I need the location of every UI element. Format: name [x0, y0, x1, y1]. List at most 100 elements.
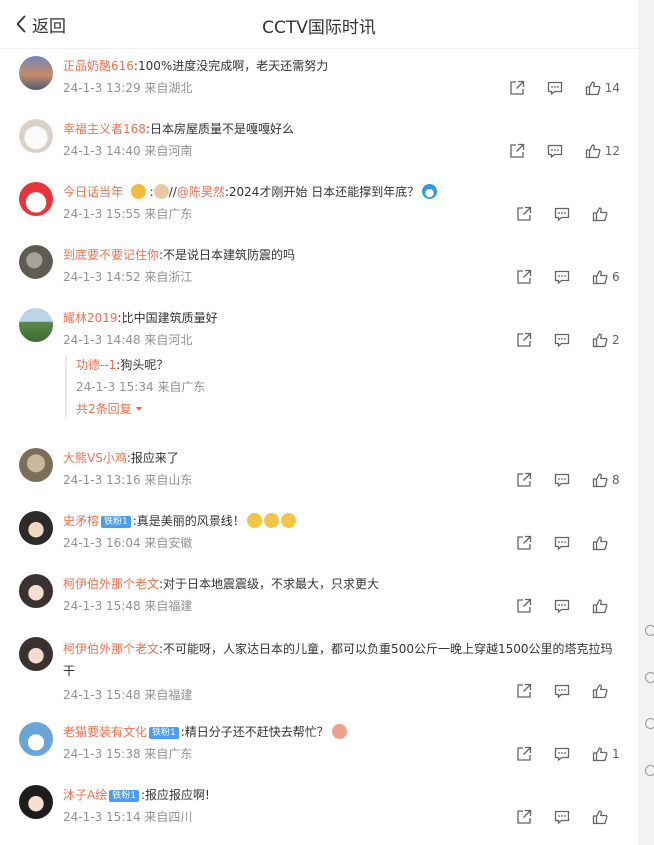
like-button[interactable]: [592, 206, 620, 222]
comment-button[interactable]: [554, 535, 570, 551]
comment-item: 幸福主义者168:日本房屋质量不是嘎嘎好么 24-1-3 14:40 来自河南 …: [0, 111, 638, 174]
comment-button[interactable]: [554, 746, 570, 762]
doraemon-emoji-icon: [422, 184, 438, 199]
like-button[interactable]: [592, 809, 620, 825]
edge-tool-icon[interactable]: [645, 625, 654, 636]
page-title: CCTV国际时讯: [262, 18, 376, 38]
comment-actions: [494, 535, 620, 551]
share-button[interactable]: [509, 143, 525, 159]
share-icon: [517, 746, 532, 761]
avatar[interactable]: [19, 245, 53, 279]
like-count: 2: [612, 333, 620, 347]
comment-text: :日本房屋质量不是嘎嘎好么: [145, 122, 294, 136]
reply-username[interactable]: 功德--1: [76, 358, 116, 372]
share-button[interactable]: [516, 598, 532, 614]
fan-badge: 铁粉1: [149, 727, 179, 739]
comment-button[interactable]: [554, 269, 570, 285]
share-button[interactable]: [516, 269, 532, 285]
comment-button[interactable]: [554, 683, 570, 699]
like-button[interactable]: 8: [592, 472, 620, 488]
comment-username[interactable]: 正品奶酪616: [63, 59, 134, 73]
share-button[interactable]: [516, 535, 532, 551]
comment-icon: [554, 684, 570, 699]
comment-icon: [554, 473, 570, 488]
laugh-cry-emoji-icon: [263, 513, 279, 528]
comment-username[interactable]: 老猫要装有文化: [63, 725, 147, 739]
share-button[interactable]: [509, 80, 525, 96]
comment-button[interactable]: [554, 206, 570, 222]
like-count: 1: [612, 747, 620, 761]
like-icon: [592, 810, 608, 825]
more-replies-link[interactable]: 共2条回复: [76, 400, 144, 417]
comment-username[interactable]: 耀林2019: [63, 311, 118, 325]
share-button[interactable]: [516, 332, 532, 348]
share-button[interactable]: [516, 809, 532, 825]
fan-badge: 铁粉1: [109, 790, 139, 802]
like-icon: [592, 747, 608, 762]
like-button[interactable]: 2: [592, 332, 620, 348]
comment-item: 今日话当年 ://@陈昊然:2024才刚开始 日本还能撑到年底？ 24-1-3 …: [0, 174, 638, 237]
avatar[interactable]: [19, 637, 53, 671]
like-button[interactable]: 12: [585, 143, 620, 159]
comment-item: 耀林2019:比中国建筑质量好 24-1-3 14:48 来自河北 功德--1:…: [0, 300, 638, 440]
comment-actions: 2: [494, 332, 620, 348]
like-count: 12: [604, 144, 620, 158]
comment-item: 柯伊伯外那个老文:对于日本地震震级，不求最大，只求更大 24-1-3 15:48…: [0, 566, 638, 629]
comment-list: 正品奶酪616:100%进度没完成啊，老天还需努力 24-1-3 13:29 来…: [0, 48, 638, 840]
comment-username[interactable]: 大熊VS小鸡: [63, 451, 127, 465]
reply-prefix: //: [168, 185, 177, 199]
comment-actions: 14: [487, 80, 620, 96]
comment-username[interactable]: 史矛榕: [63, 514, 99, 528]
like-button[interactable]: 1: [592, 746, 620, 762]
edge-tool-icon[interactable]: [645, 718, 654, 729]
comment-username[interactable]: 到底要不要记住你: [63, 248, 159, 262]
comment-text: :2024才刚开始 日本还能撑到年底？: [224, 185, 420, 199]
avatar[interactable]: [19, 119, 53, 153]
like-icon: [585, 144, 601, 159]
comment-username[interactable]: 沐子A绘: [63, 788, 107, 802]
comment-username[interactable]: 柯伊伯外那个老文: [63, 642, 159, 656]
avatar[interactable]: [19, 182, 53, 216]
share-button[interactable]: [516, 472, 532, 488]
cat-emoji-icon: [153, 184, 169, 199]
header-bar: 返回 CCTV国际时讯: [0, 0, 638, 49]
like-icon: [592, 536, 608, 551]
avatar[interactable]: [19, 511, 53, 545]
avatar[interactable]: [19, 308, 53, 342]
reply-meta: 24-1-3 15:34 来自广东: [76, 380, 206, 394]
like-button[interactable]: [592, 683, 620, 699]
comment-username[interactable]: 今日话当年: [63, 185, 123, 199]
like-button[interactable]: 14: [585, 80, 620, 96]
share-button[interactable]: [516, 746, 532, 762]
comment-button[interactable]: [554, 598, 570, 614]
like-button[interactable]: 6: [592, 269, 620, 285]
comment-text: :不是说日本建筑防震的吗: [159, 248, 296, 262]
comment-button[interactable]: [547, 143, 563, 159]
comment-username[interactable]: 柯伊伯外那个老文: [63, 577, 159, 591]
comment-button[interactable]: [554, 809, 570, 825]
share-icon: [517, 683, 532, 698]
edge-tool-icon[interactable]: [645, 765, 654, 776]
edge-tool-icon[interactable]: [645, 672, 654, 683]
comment-username[interactable]: 幸福主义者168: [63, 122, 146, 136]
mention-link[interactable]: @陈昊然: [177, 185, 225, 199]
share-button[interactable]: [516, 683, 532, 699]
like-count: 8: [612, 473, 620, 487]
avatar[interactable]: [19, 722, 53, 756]
like-button[interactable]: [592, 535, 620, 551]
avatar[interactable]: [19, 448, 53, 482]
avatar[interactable]: [19, 574, 53, 608]
comment-button[interactable]: [554, 332, 570, 348]
comment-icon: [547, 144, 562, 159]
share-button[interactable]: [516, 206, 532, 222]
comment-icon: [554, 333, 570, 348]
like-icon: [592, 333, 608, 348]
like-button[interactable]: [592, 598, 620, 614]
comment-button[interactable]: [547, 80, 563, 96]
comment-item: 正品奶酪616:100%进度没完成啊，老天还需努力 24-1-3 13:29 来…: [0, 48, 638, 111]
comment-item: 大熊VS小鸡:报应来了 24-1-3 13:16 来自山东 8: [0, 440, 638, 503]
avatar[interactable]: [19, 785, 53, 819]
avatar[interactable]: [19, 56, 53, 90]
comment-text: :精日分子还不赶快去帮忙？: [180, 725, 329, 739]
comment-button[interactable]: [554, 472, 570, 488]
